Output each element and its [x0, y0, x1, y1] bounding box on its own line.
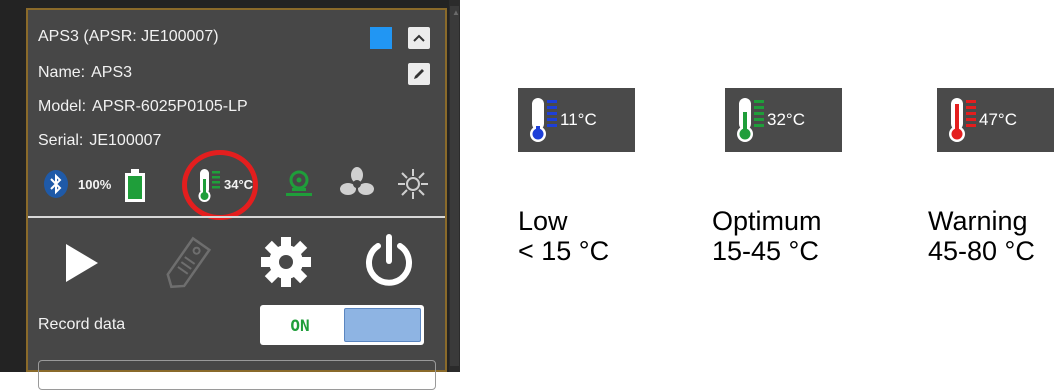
legend-low-title: Low [518, 206, 568, 236]
legend-low: Low < 15 °C [518, 206, 609, 266]
name-value: APS3 [91, 64, 133, 81]
sensor-icon [286, 170, 312, 196]
play-icon[interactable] [64, 242, 100, 284]
device-title: APS3 (APSR: JE100007) [38, 28, 219, 45]
legend-optimum-range: 15-45 °C [712, 236, 819, 266]
toggle-knob[interactable] [344, 308, 421, 342]
edit-name-button[interactable] [408, 63, 430, 85]
temperature-warning-value: 47°C [979, 110, 1017, 129]
gear-icon[interactable] [260, 236, 312, 288]
device-name-row: Name: APS3 [38, 64, 132, 82]
thermometer-optimum-icon [737, 98, 764, 142]
fan-icon [340, 167, 374, 195]
thermometer-low-icon [530, 98, 557, 142]
chevron-up-icon [413, 34, 425, 42]
device-panel: APS3 (APSR: JE100007) Name: APS3 Model: AP… [26, 8, 447, 390]
action-row [28, 228, 445, 298]
battery-icon [125, 169, 145, 202]
legend-low-range: < 15 °C [518, 236, 610, 266]
name-label: Name: [38, 64, 86, 81]
scrollbar-thumb[interactable] [450, 6, 459, 366]
model-value: APSR-6025P0105-LP [92, 98, 248, 115]
record-data-label: Record data [38, 316, 126, 333]
bluetooth-icon [44, 170, 68, 198]
pencil-icon [414, 69, 424, 79]
highlight-circle [182, 150, 258, 220]
toggle-on-text: ON [290, 315, 310, 335]
temperature-low-value: 11°C [560, 110, 597, 129]
legend-warning-range: 45-80 °C [928, 236, 1035, 266]
model-label: Model: [38, 98, 87, 115]
light-icon [398, 169, 428, 199]
serial-value: JE100007 [89, 132, 162, 149]
collapse-button[interactable] [408, 27, 430, 49]
device-color-swatch[interactable] [370, 27, 392, 49]
battery-percent: 100% [78, 177, 112, 192]
divider [28, 216, 445, 218]
temperature-optimum-value: 32°C [767, 110, 805, 129]
legend-warning-title: Warning [928, 206, 1028, 236]
record-data-toggle[interactable]: ON [260, 305, 424, 345]
legend-optimum-title: Optimum [712, 206, 822, 236]
thermometer-warning-icon [949, 98, 976, 142]
device-model-row: Model: APSR-6025P0105-LP [38, 98, 248, 116]
power-icon[interactable] [362, 234, 416, 288]
legend-warning: Warning 45-80 °C [928, 206, 1035, 266]
serial-label: Serial: [38, 132, 84, 149]
legend-optimum: Optimum 15-45 °C [712, 206, 822, 266]
tag-icon[interactable] [158, 232, 218, 294]
temperature-card-low: 11°C [518, 88, 635, 152]
device-serial-row: Serial: JE100007 [38, 132, 161, 150]
temperature-card-warning: 47°C [937, 88, 1054, 152]
partial-section-header[interactable] [38, 360, 436, 390]
temperature-card-optimum: 32°C [725, 88, 842, 152]
scroll-up-icon[interactable]: ▲ [452, 8, 460, 17]
